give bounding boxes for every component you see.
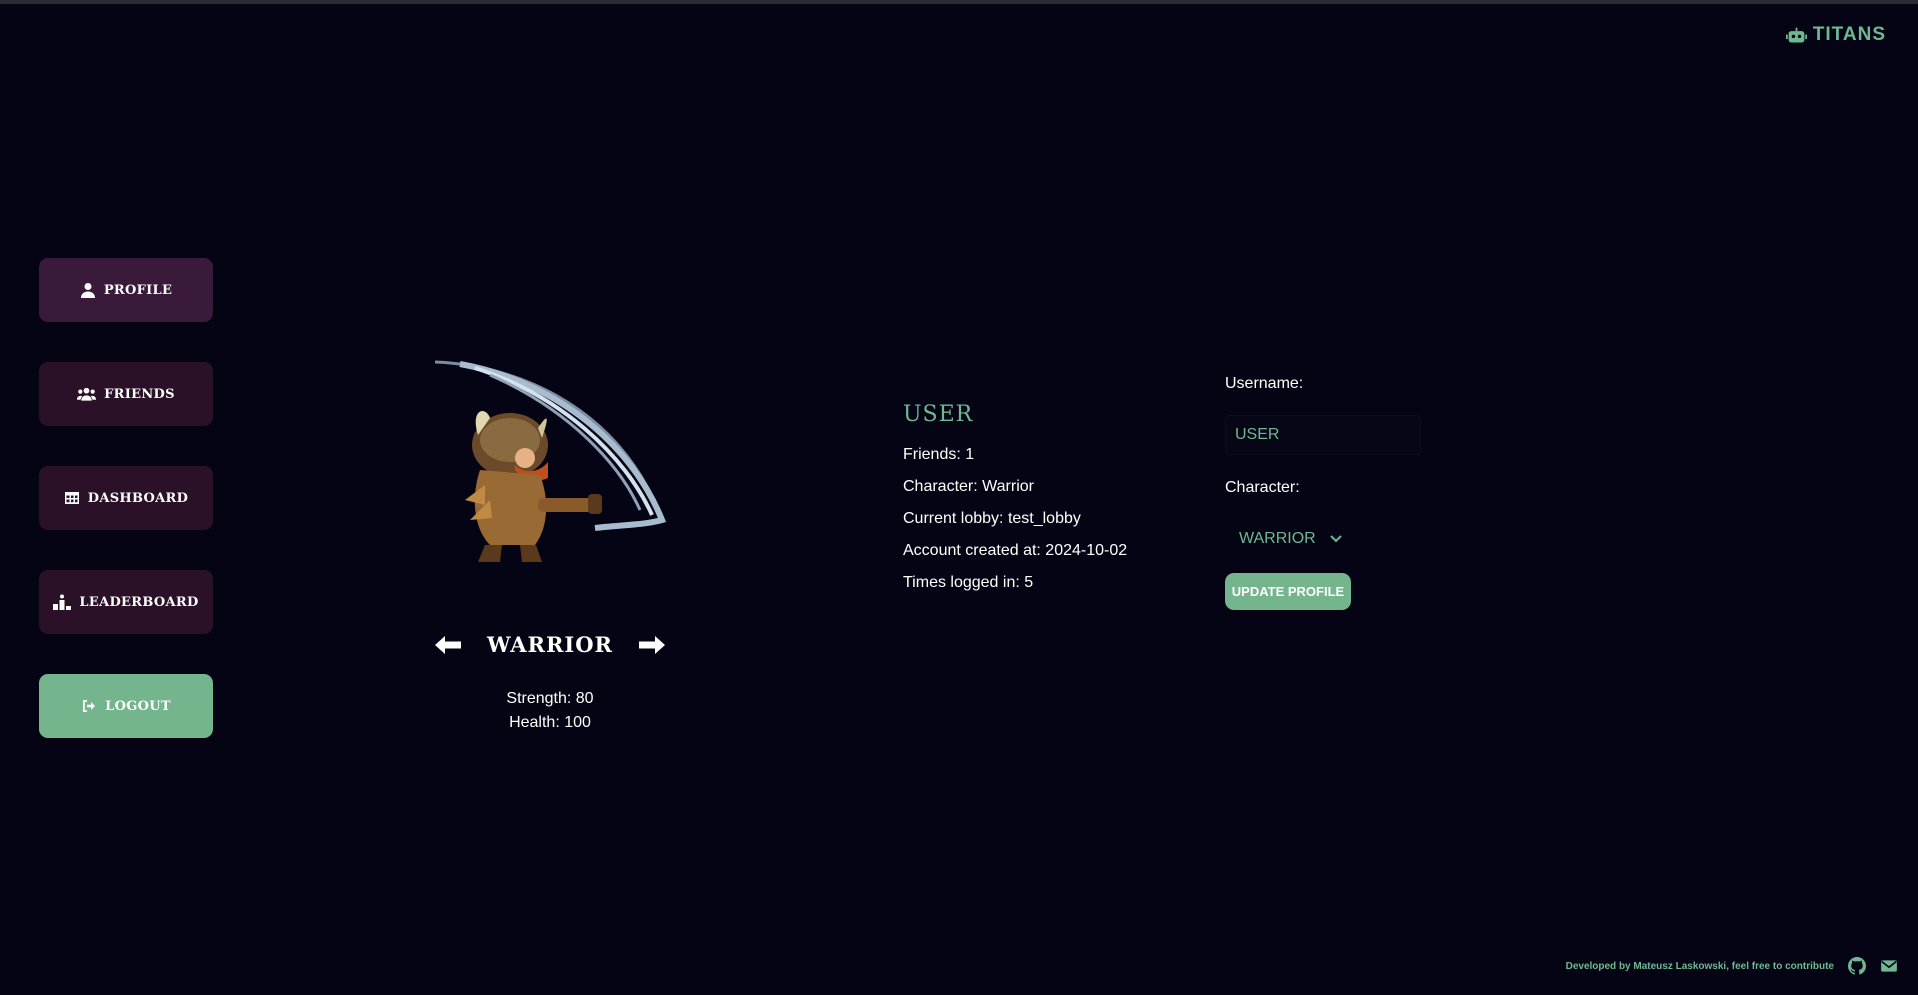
- nav-dashboard-button[interactable]: DASHBOARD: [39, 466, 213, 530]
- strength-stat: Strength: 80: [506, 690, 594, 707]
- footer-credit: Developed by Mateusz Laskowski, feel fre…: [1565, 960, 1834, 972]
- nav-profile-button[interactable]: PROFILE: [39, 258, 213, 322]
- brand-name: TITANS: [1812, 24, 1886, 45]
- nav-profile-label: PROFILE: [103, 282, 173, 298]
- top-border: [0, 0, 1918, 4]
- health-stat: Health: 100: [509, 714, 591, 731]
- users-icon: [77, 387, 97, 401]
- ranking-icon: [53, 594, 72, 610]
- logout-button[interactable]: LOGOUT: [39, 674, 213, 738]
- user-name-heading: USER: [903, 402, 974, 427]
- chevron-down-icon: [1330, 535, 1342, 543]
- brand-logo[interactable]: TITANS: [1785, 24, 1886, 46]
- login-count: Times logged in: 5: [903, 574, 1034, 591]
- nav-friends-button[interactable]: FRIENDS: [39, 362, 213, 426]
- table-icon: [64, 492, 79, 504]
- sidebar-nav: PROFILE FRIENDS DASHBOARD LEADERBOARD LO…: [39, 258, 213, 778]
- character-info: Character: Warrior: [903, 478, 1034, 495]
- arrow-right-icon[interactable]: [639, 635, 665, 655]
- character-select[interactable]: WARRIOR: [1225, 519, 1369, 559]
- character-switcher: WARRIOR: [430, 632, 670, 657]
- nav-dashboard-label: DASHBOARD: [87, 490, 189, 506]
- warrior-sprite: [434, 360, 667, 562]
- character-select-value: WARRIOR: [1239, 530, 1316, 547]
- update-profile-button[interactable]: UPDATE PROFILE: [1225, 573, 1351, 610]
- github-icon[interactable]: [1848, 957, 1866, 975]
- user-info: USER Friends: 1 Character: Warrior Curre…: [903, 402, 1127, 599]
- character-name: WARRIOR: [486, 632, 613, 657]
- mail-icon[interactable]: [1880, 957, 1898, 975]
- footer: Developed by Mateusz Laskowski, feel fre…: [1566, 957, 1898, 975]
- nav-leaderboard-label: LEADERBOARD: [79, 594, 199, 610]
- logout-label: LOGOUT: [105, 698, 171, 714]
- arrow-left-icon[interactable]: [434, 635, 461, 655]
- username-input[interactable]: [1225, 415, 1421, 455]
- character-label: Character:: [1225, 479, 1300, 496]
- friends-count: Friends: 1: [903, 446, 975, 463]
- robot-icon: [1785, 27, 1807, 42]
- character-stats: Strength: 80 Health: 100: [430, 687, 670, 735]
- user-icon: [80, 283, 95, 298]
- username-label: Username:: [1225, 375, 1304, 392]
- current-lobby: Current lobby: test_lobby: [903, 510, 1081, 527]
- account-created: Account created at: 2024-10-02: [903, 542, 1128, 559]
- nav-friends-label: FRIENDS: [104, 386, 175, 402]
- profile-form: Username: Character: WARRIOR UPDATE PROF…: [1225, 375, 1421, 610]
- logout-icon: [83, 700, 96, 712]
- nav-leaderboard-button[interactable]: LEADERBOARD: [39, 570, 213, 634]
